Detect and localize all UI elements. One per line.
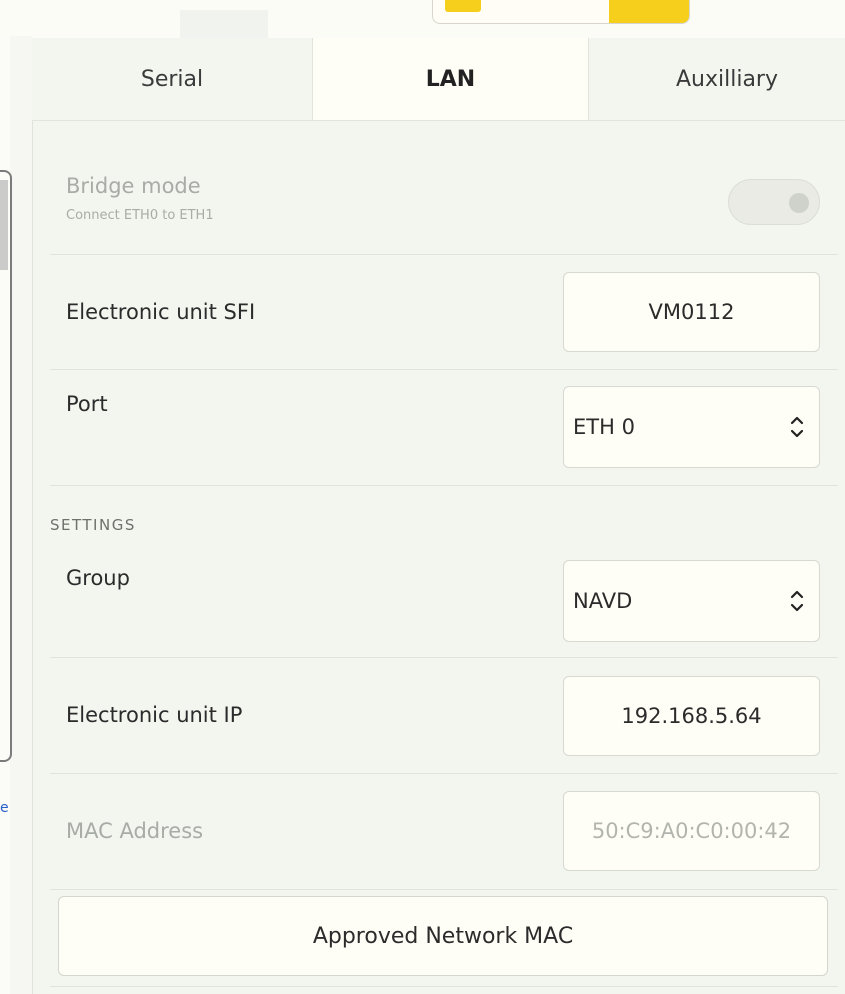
bottom-divider bbox=[50, 986, 838, 987]
port-select[interactable]: ETH 0 bbox=[563, 386, 820, 468]
page: e Serial LAN Auxilliary Bridge mode Conn… bbox=[0, 0, 845, 994]
bridge-mode-label: Bridge mode bbox=[66, 174, 201, 198]
settings-section-heading: SETTINGS bbox=[50, 516, 136, 534]
port-select-value: ETH 0 bbox=[573, 415, 635, 439]
group-select-value: NAVD bbox=[573, 589, 633, 613]
group-label: Group bbox=[66, 566, 130, 590]
group-select[interactable]: NAVD bbox=[563, 560, 820, 642]
ip-field[interactable]: 192.168.5.64 bbox=[563, 676, 820, 756]
yellow-action-button[interactable] bbox=[609, 0, 689, 23]
ip-label: Electronic unit IP bbox=[66, 703, 243, 727]
mac-label: MAC Address bbox=[66, 819, 204, 843]
approved-network-mac-button[interactable]: Approved Network MAC bbox=[58, 896, 828, 976]
sfi-row: Electronic unit SFI VM0112 bbox=[50, 255, 838, 370]
bridge-mode-sublabel: Connect ETH0 to ETH1 bbox=[66, 208, 214, 223]
bridge-mode-toggle[interactable] bbox=[728, 179, 820, 225]
sfi-field[interactable]: VM0112 bbox=[563, 272, 820, 352]
bridge-mode-row: Bridge mode Connect ETH0 to ETH1 bbox=[50, 150, 838, 255]
mac-field: 50:C9:A0:C0:00:42 bbox=[563, 791, 820, 871]
chevron-up-down-icon bbox=[790, 416, 804, 438]
port-row: Port ETH 0 bbox=[50, 370, 838, 486]
port-label: Port bbox=[66, 392, 108, 416]
tab-auxilliary[interactable]: Auxilliary bbox=[589, 38, 845, 120]
group-row: Group NAVD bbox=[50, 544, 838, 658]
tab-bar: Serial LAN Auxilliary bbox=[32, 38, 845, 121]
sfi-label: Electronic unit SFI bbox=[66, 300, 256, 324]
left-scrollbar-thumb[interactable] bbox=[0, 180, 8, 270]
tab-serial[interactable]: Serial bbox=[32, 38, 312, 120]
ip-row: Electronic unit IP 192.168.5.64 bbox=[50, 658, 838, 774]
yellow-indicator bbox=[445, 0, 481, 12]
toggle-knob bbox=[789, 193, 809, 213]
top-toolbar-control[interactable] bbox=[432, 0, 690, 24]
left-edge-text: e bbox=[0, 800, 9, 816]
mac-row: MAC Address 50:C9:A0:C0:00:42 bbox=[50, 774, 838, 890]
top-strip bbox=[0, 0, 845, 36]
tab-lan[interactable]: LAN bbox=[312, 38, 589, 120]
chevron-up-down-icon bbox=[790, 590, 804, 612]
left-gutter bbox=[10, 36, 32, 994]
